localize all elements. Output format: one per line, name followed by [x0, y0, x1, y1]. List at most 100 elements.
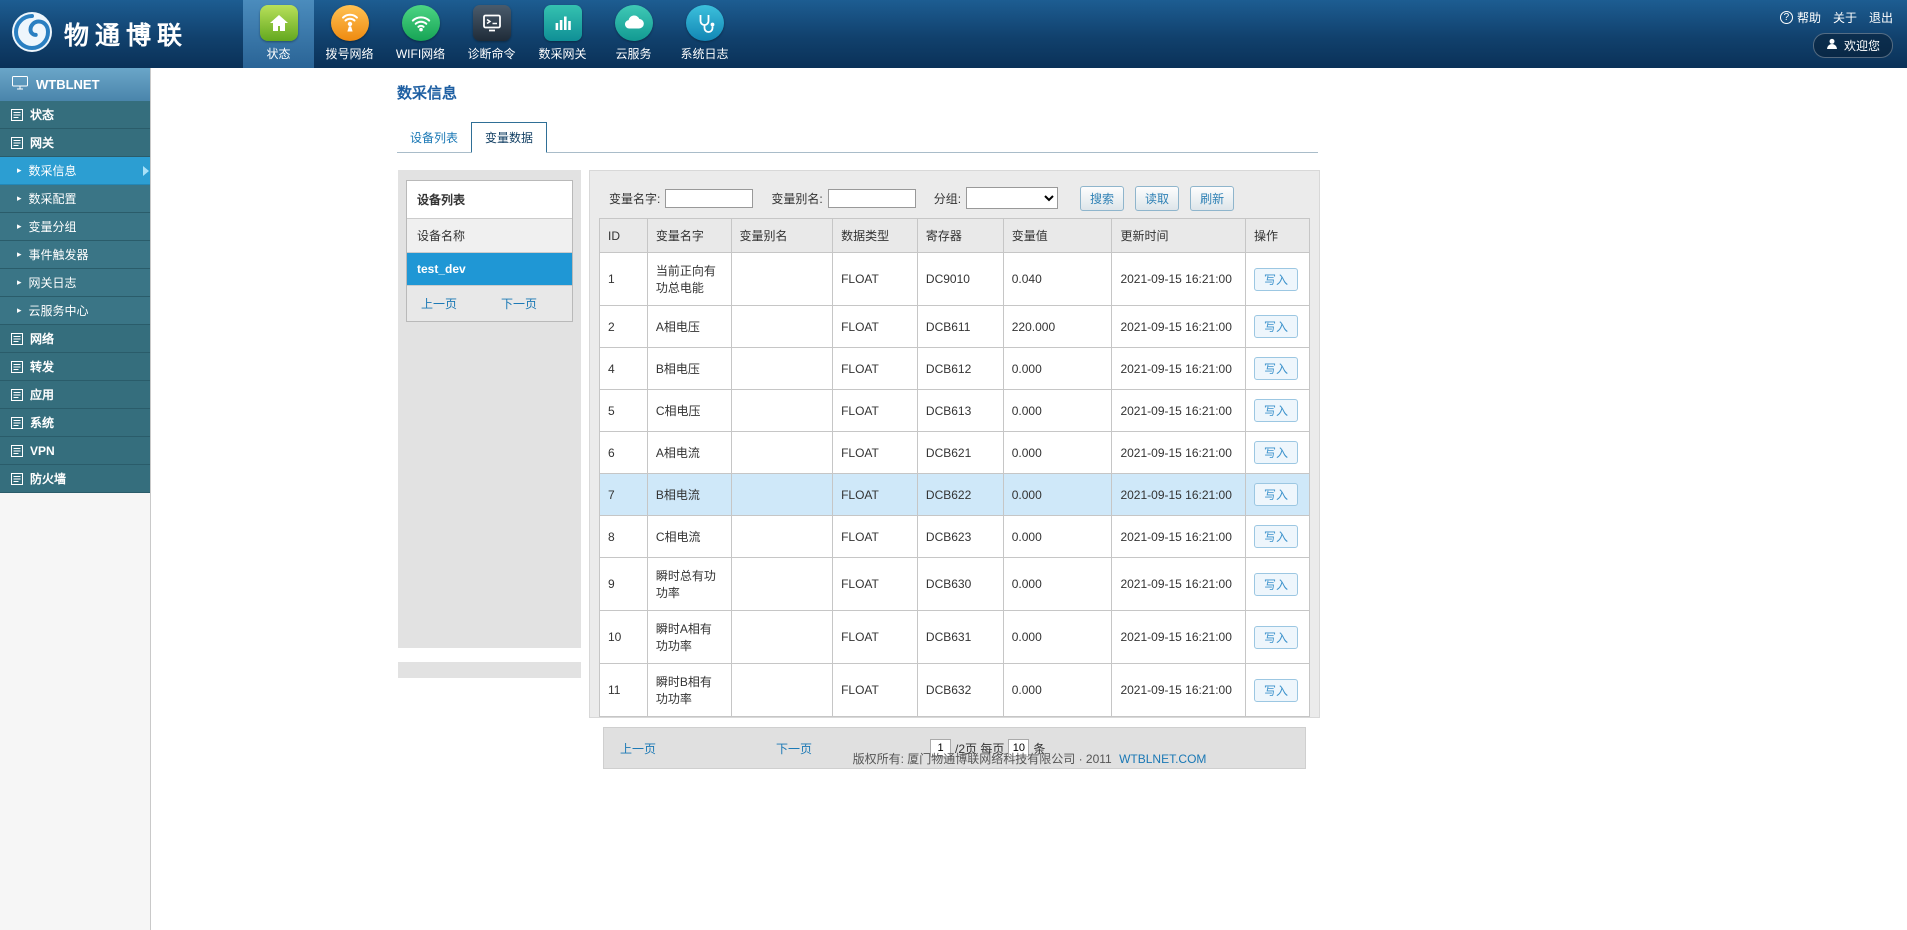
register-cell: DCB612: [917, 348, 1003, 390]
sidebar-item-firewall[interactable]: 防火墙: [0, 465, 150, 493]
name-cell: C相电压: [647, 390, 731, 432]
menu-icon: [11, 333, 23, 345]
column-header: 变量名字: [647, 219, 731, 253]
sidebar-item-label: 网络: [30, 330, 54, 347]
top-links: ? 帮助 关于 退出: [1780, 9, 1893, 26]
sidebar-item-status[interactable]: 状态: [0, 101, 150, 129]
sidebar-item-dc-info[interactable]: ▸数采信息: [0, 157, 150, 185]
name-cell: B相电流: [647, 474, 731, 516]
table-row[interactable]: 6A相电流FLOATDCB6210.0002021-09-15 16:21:00…: [600, 432, 1310, 474]
sidebar-item-label: 变量分组: [29, 218, 77, 235]
write-button[interactable]: 写入: [1254, 679, 1298, 702]
variable-name-input[interactable]: [665, 189, 753, 208]
write-button[interactable]: 写入: [1254, 441, 1298, 464]
device-panel: 设备列表 设备名称 test_dev 上一页 下一页: [398, 170, 581, 648]
alias-cell: [731, 348, 833, 390]
about-link[interactable]: 关于: [1833, 9, 1857, 26]
action-cell: 写入: [1246, 611, 1310, 664]
sidebar-item-event-trigger[interactable]: ▸事件触发器: [0, 241, 150, 269]
value-cell: 0.000: [1003, 348, 1112, 390]
write-button[interactable]: 写入: [1254, 399, 1298, 422]
table-row[interactable]: 2A相电压FLOATDCB611220.0002021-09-15 16:21:…: [600, 306, 1310, 348]
id-cell: 10: [600, 611, 648, 664]
menu-icon: [11, 137, 23, 149]
table-row[interactable]: 7B相电流FLOATDCB6220.0002021-09-15 16:21:00…: [600, 474, 1310, 516]
type-cell: FLOAT: [833, 516, 918, 558]
nav-item-cloud-service[interactable]: 云服务: [598, 0, 669, 68]
submenu-arrow-icon: ▸: [17, 222, 22, 231]
sidebar-item-gateway[interactable]: 网关: [0, 129, 150, 157]
sidebar-item-forward[interactable]: 转发: [0, 353, 150, 381]
write-button[interactable]: 写入: [1254, 357, 1298, 380]
nav-item-diagnose[interactable]: 诊断命令: [456, 0, 527, 68]
device-row[interactable]: test_dev: [407, 253, 572, 285]
write-button[interactable]: 写入: [1254, 573, 1298, 596]
write-button[interactable]: 写入: [1254, 525, 1298, 548]
nav-item-system-log[interactable]: 系统日志: [669, 0, 740, 68]
sidebar-item-vpn[interactable]: VPN: [0, 437, 150, 465]
sidebar-item-dc-config[interactable]: ▸数采配置: [0, 185, 150, 213]
sidebar-menu: 状态网关▸数采信息▸数采配置▸变量分组▸事件触发器▸网关日志▸云服务中心网络转发…: [0, 101, 150, 493]
action-cell: 写入: [1246, 516, 1310, 558]
menu-icon: [11, 361, 23, 373]
table-row[interactable]: 9瞬时总有功功率FLOATDCB6300.0002021-09-15 16:21…: [600, 558, 1310, 611]
table-row[interactable]: 11瞬时B相有功功率FLOATDCB6320.0002021-09-15 16:…: [600, 664, 1310, 717]
table-row[interactable]: 4B相电压FLOATDCB6120.0002021-09-15 16:21:00…: [600, 348, 1310, 390]
type-cell: FLOAT: [833, 348, 918, 390]
table-row[interactable]: 10瞬时A相有功功率FLOATDCB6310.0002021-09-15 16:…: [600, 611, 1310, 664]
write-button[interactable]: 写入: [1254, 268, 1298, 291]
nav-item-dc-gateway[interactable]: 数采网关: [527, 0, 598, 68]
tab-device-list[interactable]: 设备列表: [397, 123, 471, 152]
tab-variable-data[interactable]: 变量数据: [471, 122, 547, 153]
sidebar-item-cloud-center[interactable]: ▸云服务中心: [0, 297, 150, 325]
value-cell: 0.000: [1003, 558, 1112, 611]
name-cell: A相电流: [647, 432, 731, 474]
logout-link[interactable]: 退出: [1869, 9, 1893, 26]
sidebar-item-label: 状态: [30, 106, 54, 123]
sidebar-item-network[interactable]: 网络: [0, 325, 150, 353]
device-box-title: 设备列表: [407, 181, 572, 219]
column-header: 操作: [1246, 219, 1310, 253]
device-next-link[interactable]: 下一页: [501, 295, 537, 312]
refresh-button[interactable]: 刷新: [1190, 186, 1234, 211]
submenu-arrow-icon: ▸: [17, 194, 22, 203]
write-button[interactable]: 写入: [1254, 626, 1298, 649]
sidebar-item-system[interactable]: 系统: [0, 409, 150, 437]
table-row[interactable]: 1当前正向有功总电能FLOATDC90100.0402021-09-15 16:…: [600, 253, 1310, 306]
alias-cell: [731, 306, 833, 348]
write-button[interactable]: 写入: [1254, 315, 1298, 338]
table-row[interactable]: 8C相电流FLOATDCB6230.0002021-09-15 16:21:00…: [600, 516, 1310, 558]
group-select[interactable]: [966, 187, 1058, 209]
nav-item-wifi-network[interactable]: WIFI网络: [385, 0, 456, 68]
sidebar-item-gateway-log[interactable]: ▸网关日志: [0, 269, 150, 297]
help-link[interactable]: ? 帮助: [1780, 9, 1821, 26]
id-cell: 11: [600, 664, 648, 717]
action-cell: 写入: [1246, 348, 1310, 390]
footer-link[interactable]: WTBLNET.COM: [1119, 752, 1206, 766]
register-cell: DCB632: [917, 664, 1003, 717]
table-row[interactable]: 5C相电压FLOATDCB6130.0002021-09-15 16:21:00…: [600, 390, 1310, 432]
device-prev-link[interactable]: 上一页: [421, 295, 457, 312]
value-cell: 0.000: [1003, 432, 1112, 474]
alias-cell: [731, 664, 833, 717]
topbar: 物通博联 状态拨号网络WIFI网络诊断命令数采网关云服务系统日志 ? 帮助 关于…: [0, 0, 1907, 68]
write-button[interactable]: 写入: [1254, 483, 1298, 506]
sidebar-item-app[interactable]: 应用: [0, 381, 150, 409]
device-panel-strip: [398, 662, 581, 678]
variable-alias-input[interactable]: [828, 189, 916, 208]
register-cell: DCB623: [917, 516, 1003, 558]
nav-item-label: 状态: [266, 45, 290, 62]
footer: 版权所有: 厦门物通博联网络科技有限公司 · 2011 WTBLNET.COM: [152, 750, 1907, 767]
nav-item-status[interactable]: 状态: [243, 0, 314, 68]
name-cell: C相电流: [647, 516, 731, 558]
nav-item-dial-network[interactable]: 拨号网络: [314, 0, 385, 68]
column-header: 数据类型: [833, 219, 918, 253]
search-button[interactable]: 搜索: [1080, 186, 1124, 211]
register-cell: DCB611: [917, 306, 1003, 348]
read-button[interactable]: 读取: [1135, 186, 1179, 211]
action-cell: 写入: [1246, 390, 1310, 432]
sidebar-item-var-group[interactable]: ▸ 变量分组: [0, 213, 150, 241]
menu-icon: [11, 473, 23, 485]
submenu-arrow-icon: ▸: [17, 278, 22, 287]
welcome-badge[interactable]: 欢迎您: [1813, 33, 1893, 58]
